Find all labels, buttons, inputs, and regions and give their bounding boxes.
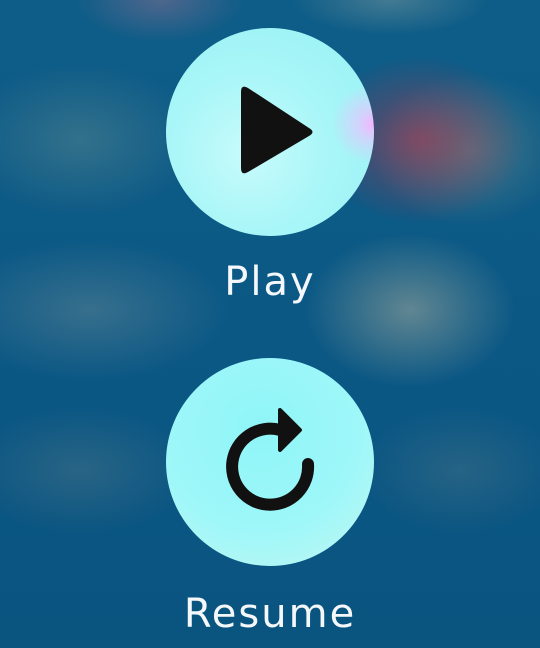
play-action: Play [0, 28, 540, 306]
play-button[interactable] [166, 28, 374, 236]
resume-label: Resume [183, 591, 357, 637]
resume-button[interactable] [166, 358, 374, 566]
rotate-clockwise-icon [226, 408, 315, 511]
resume-action: Resume [0, 358, 540, 638]
play-icon [241, 86, 313, 174]
play-label: Play [224, 259, 316, 305]
